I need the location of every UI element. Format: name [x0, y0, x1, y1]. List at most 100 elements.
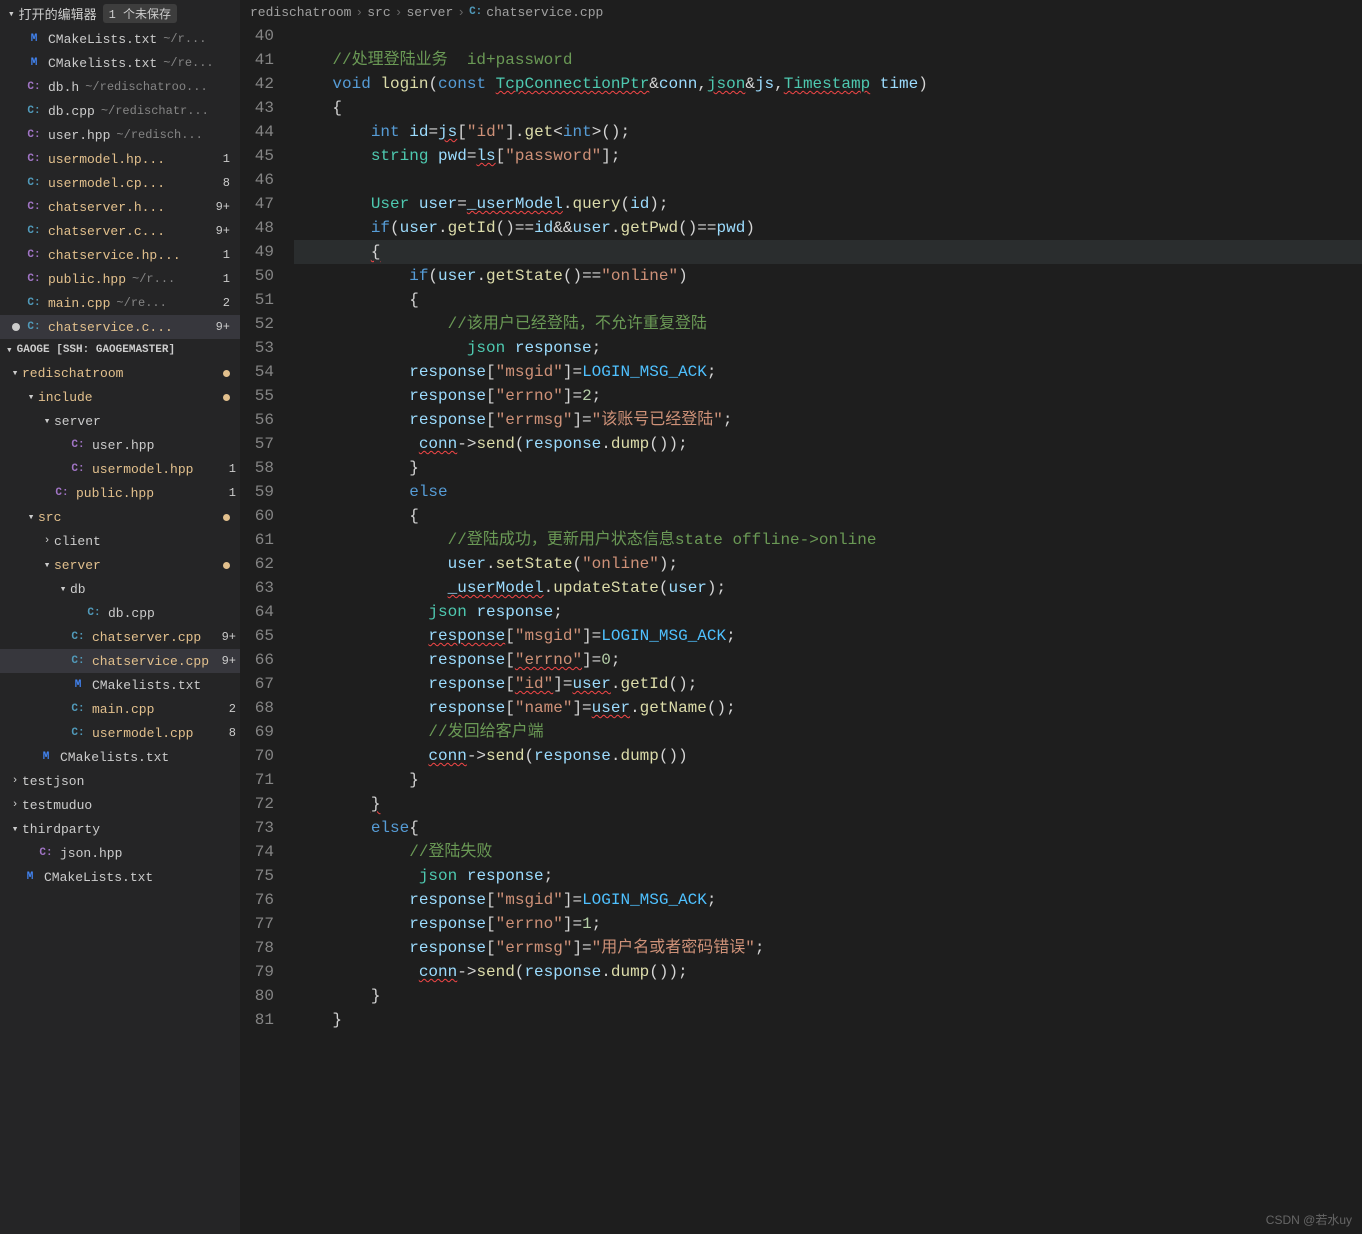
code-line[interactable]: //发回给客户端 [294, 720, 1362, 744]
tree-item[interactable]: C:public.hpp1 [0, 481, 240, 505]
tree-item[interactable]: C:json.hpp [0, 841, 240, 865]
open-editor-item[interactable]: C:usermodel.hp...1 [0, 147, 240, 171]
tree-item[interactable]: C:chatservice.cpp9+ [0, 649, 240, 673]
open-editor-item[interactable]: C:user.hpp~/redisch... [0, 123, 240, 147]
file-type-icon: C: [26, 151, 42, 167]
code-line[interactable]: } [294, 1008, 1362, 1032]
breadcrumb-item[interactable]: server [406, 5, 453, 20]
code-line[interactable]: conn->send(response.dump()); [294, 432, 1362, 456]
code-line[interactable]: response["msgid"]=LOGIN_MSG_ACK; [294, 624, 1362, 648]
breadcrumb-item[interactable]: src [367, 5, 390, 20]
code-line[interactable]: } [294, 792, 1362, 816]
tree-item[interactable]: C:user.hpp [0, 433, 240, 457]
code-line[interactable]: { [294, 96, 1362, 120]
code-line[interactable] [294, 24, 1362, 48]
tree-item[interactable]: C:usermodel.hpp1 [0, 457, 240, 481]
code-line[interactable]: } [294, 768, 1362, 792]
code-line[interactable]: { [294, 240, 1362, 264]
code-line[interactable]: response["id"]=user.getId(); [294, 672, 1362, 696]
code-line[interactable]: User user=_userModel.query(id); [294, 192, 1362, 216]
tree-item[interactable]: C:db.cpp [0, 601, 240, 625]
code-line[interactable]: if(user.getId()==id&&user.getPwd()==pwd) [294, 216, 1362, 240]
chevron-right-icon: › [457, 5, 465, 20]
code-line[interactable]: json response; [294, 336, 1362, 360]
open-editor-item[interactable]: C:chatservice.hp...1 [0, 243, 240, 267]
tree-item[interactable]: C:main.cpp2 [0, 697, 240, 721]
breadcrumb[interactable]: redischatroom › src › server › C: chatse… [240, 0, 1362, 24]
file-type-icon: M [26, 55, 42, 71]
tree-item[interactable]: ›client [0, 529, 240, 553]
line-number: 57 [240, 432, 274, 456]
code-line[interactable]: response["msgid"]=LOGIN_MSG_ACK; [294, 888, 1362, 912]
open-editor-item[interactable]: C:public.hpp~/r...1 [0, 267, 240, 291]
problems-badge: 2 [229, 702, 240, 716]
open-editor-item[interactable]: C:db.h~/redischatroo... [0, 75, 240, 99]
tree-item[interactable]: ▾src [0, 505, 240, 529]
open-editor-item[interactable]: C:chatserver.h...9+ [0, 195, 240, 219]
code-line[interactable]: response["msgid"]=LOGIN_MSG_ACK; [294, 360, 1362, 384]
tree-item[interactable]: MCMakelists.txt [0, 745, 240, 769]
code-editor[interactable]: 4041424344454647484950515253545556575859… [240, 24, 1362, 1234]
tree-item[interactable]: MCMakelists.txt [0, 673, 240, 697]
code-line[interactable]: } [294, 984, 1362, 1008]
open-editor-item[interactable]: C:db.cpp~/redischatr... [0, 99, 240, 123]
file-type-icon: C: [70, 629, 86, 645]
open-editor-item[interactable]: MCMakelists.txt~/re... [0, 51, 240, 75]
tree-item[interactable]: ▾thirdparty [0, 817, 240, 841]
tree-item[interactable]: ▾server [0, 409, 240, 433]
code-line[interactable]: response["errno"]=0; [294, 648, 1362, 672]
breadcrumb-item[interactable]: chatservice.cpp [486, 5, 603, 20]
code-line[interactable]: response["errno"]=2; [294, 384, 1362, 408]
code-line[interactable]: response["name"]=user.getName(); [294, 696, 1362, 720]
chevron-down-icon: ▾ [8, 366, 22, 380]
open-editor-item[interactable]: C:chatserver.c...9+ [0, 219, 240, 243]
code-line[interactable]: string pwd=ls["password"]; [294, 144, 1362, 168]
code-line[interactable]: } [294, 456, 1362, 480]
problems-badge: 1 [223, 272, 234, 286]
workspace-header[interactable]: ▾ GAOGE [SSH: GAOGEMASTER] [0, 339, 240, 361]
code-line[interactable]: json response; [294, 600, 1362, 624]
tree-item[interactable]: C:chatserver.cpp9+ [0, 625, 240, 649]
tree-item[interactable]: ▾server [0, 553, 240, 577]
code-line[interactable]: response["errmsg"]="用户名或者密码错误"; [294, 936, 1362, 960]
tree-item[interactable]: C:usermodel.cpp8 [0, 721, 240, 745]
open-editor-item[interactable]: C:main.cpp~/re...2 [0, 291, 240, 315]
tree-item[interactable]: MCMakeLists.txt [0, 865, 240, 889]
code-line[interactable]: //登陆成功，更新用户状态信息state offline->online [294, 528, 1362, 552]
open-editor-item[interactable]: C:chatservice.c...9+ [0, 315, 240, 339]
code-content[interactable]: //处理登陆业务 id+password void login(const Tc… [294, 24, 1362, 1234]
unsaved-badge: 1 个未保存 [103, 4, 177, 23]
code-line[interactable]: _userModel.updateState(user); [294, 576, 1362, 600]
tree-item[interactable]: ›testmuduo [0, 793, 240, 817]
code-line[interactable]: //处理登陆业务 id+password [294, 48, 1362, 72]
chevron-right-icon: › [8, 775, 22, 787]
code-line[interactable]: response["errno"]=1; [294, 912, 1362, 936]
line-number: 70 [240, 744, 274, 768]
tree-item[interactable]: ›testjson [0, 769, 240, 793]
code-line[interactable]: user.setState("online"); [294, 552, 1362, 576]
code-line[interactable] [294, 168, 1362, 192]
code-line[interactable]: if(user.getState()=="online") [294, 264, 1362, 288]
code-line[interactable]: conn->send(response.dump()); [294, 960, 1362, 984]
tree-item[interactable]: ▾redischatroom [0, 361, 240, 385]
code-line[interactable]: response["errmsg"]="该账号已经登陆"; [294, 408, 1362, 432]
code-line[interactable]: int id=js["id"].get<int>(); [294, 120, 1362, 144]
code-line[interactable]: //该用户已经登陆，不允许重复登陆 [294, 312, 1362, 336]
problems-badge: 2 [223, 296, 234, 310]
code-line[interactable]: else [294, 480, 1362, 504]
code-line[interactable]: conn->send(response.dump()) [294, 744, 1362, 768]
file-type-icon: C: [26, 247, 42, 263]
breadcrumb-item[interactable]: redischatroom [250, 5, 351, 20]
open-editor-item[interactable]: C:usermodel.cp...8 [0, 171, 240, 195]
code-line[interactable]: void login(const TcpConnectionPtr&conn,j… [294, 72, 1362, 96]
code-line[interactable]: json response; [294, 864, 1362, 888]
open-editors-header[interactable]: ▾ 打开的编辑器 1 个未保存 [0, 0, 240, 27]
code-line[interactable]: //登陆失败 [294, 840, 1362, 864]
tree-item[interactable]: ▾db [0, 577, 240, 601]
code-line[interactable]: { [294, 504, 1362, 528]
tree-item[interactable]: ▾include [0, 385, 240, 409]
open-editor-item[interactable]: MCMakeLists.txt~/r... [0, 27, 240, 51]
code-line[interactable]: { [294, 288, 1362, 312]
code-line[interactable]: else{ [294, 816, 1362, 840]
problems-badge: 1 [229, 486, 240, 500]
